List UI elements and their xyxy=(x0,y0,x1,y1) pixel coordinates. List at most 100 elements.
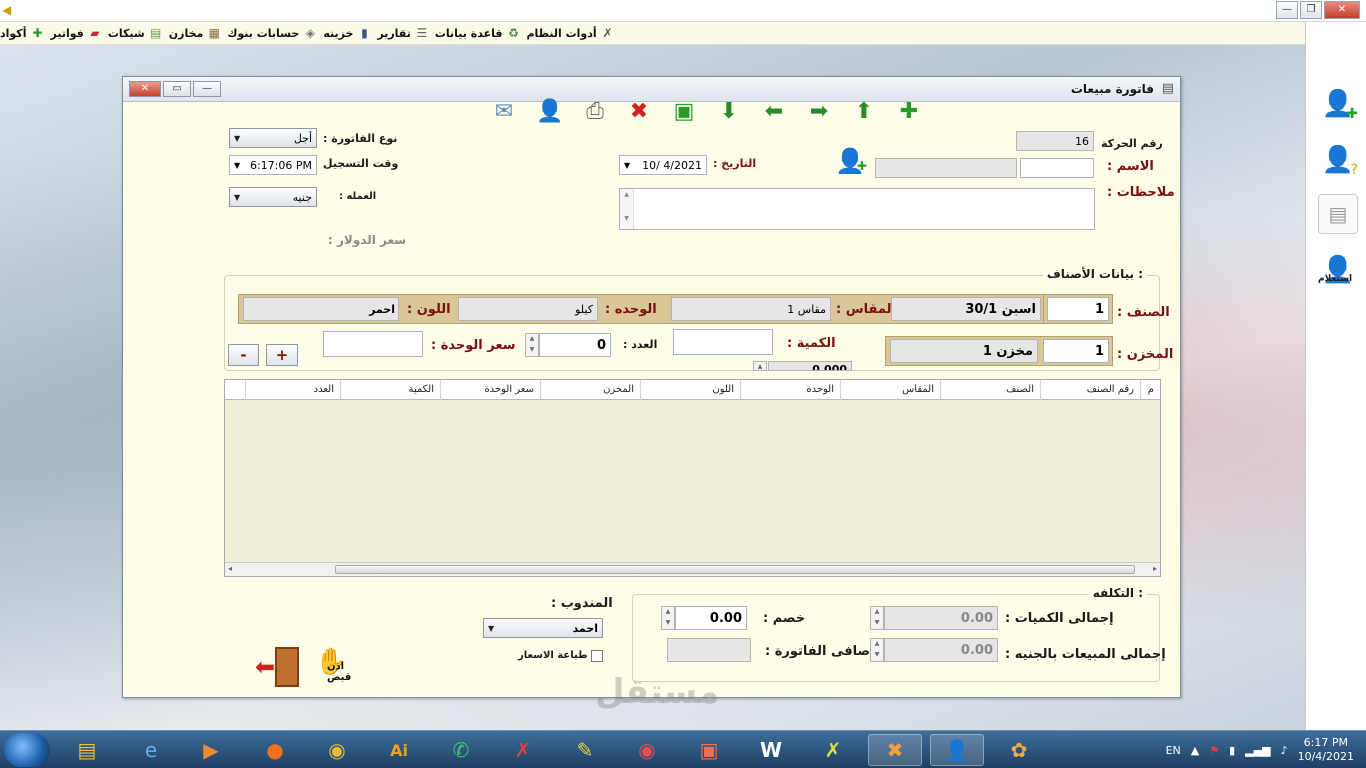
item-code-field[interactable]: 1 xyxy=(1047,297,1109,321)
arrow-down-icon[interactable]: ⬇ xyxy=(715,101,743,123)
record-time-field[interactable]: ▼ 6:17:06 PM xyxy=(229,155,317,175)
sales-rep-dropdown[interactable]: ▼ احمد xyxy=(483,618,603,638)
grid-col-header[interactable]: المقاس xyxy=(840,380,940,400)
grid-col-header[interactable]: اللون xyxy=(640,380,740,400)
presentation-icon[interactable]: ▣ xyxy=(682,734,736,766)
exit-button[interactable]: ⬅ xyxy=(255,645,301,689)
add-customer-icon[interactable]: 👤 ✚ xyxy=(835,147,867,175)
scroll-right-icon[interactable]: ▸ xyxy=(1153,564,1157,573)
color-label: اللون : xyxy=(407,302,451,317)
date-picker[interactable]: ▼ 10/ 4/2021 xyxy=(619,155,707,175)
document-icon[interactable]: ▤ xyxy=(1318,194,1358,234)
notes-scrollbar[interactable]: ▲ ▼ xyxy=(620,189,634,229)
discount-spinner[interactable]: ▲ ▼ xyxy=(661,606,675,630)
menu-item-reports[interactable]: ☰ تقارير xyxy=(377,26,428,40)
add-user-icon[interactable]: 👤 ✚ xyxy=(1318,84,1358,124)
maximize-button[interactable]: ❐ xyxy=(1300,1,1322,19)
date-label: التاريخ : xyxy=(713,157,757,170)
scroll-left-icon[interactable]: ◂ xyxy=(228,564,232,573)
print-prices-checkbox[interactable] xyxy=(591,650,603,662)
minimize-button[interactable]: — xyxy=(1276,1,1298,19)
unit-price-field[interactable] xyxy=(323,331,423,357)
menu-item-cheques[interactable]: ▤ شيكات xyxy=(108,26,163,40)
arrow-up-icon[interactable]: ⬆ xyxy=(850,101,878,123)
menu-label: فواتير xyxy=(50,26,84,40)
currency-dropdown[interactable]: ▼ جنيه xyxy=(229,187,317,207)
dialog-minimize-button[interactable]: — xyxy=(193,81,221,97)
tray-arrow-icon[interactable]: ▲ xyxy=(1191,744,1199,757)
network-icon[interactable]: ▮ xyxy=(1229,744,1235,757)
active-app-icon[interactable]: 👤 xyxy=(930,734,984,766)
close-button[interactable]: ✕ xyxy=(1324,1,1360,19)
delete-icon[interactable]: ✖ xyxy=(625,101,653,123)
firefox-icon[interactable]: ● xyxy=(248,734,302,766)
signal-icon[interactable]: ▂▄▆ xyxy=(1245,744,1270,757)
grid-col-header[interactable]: العدد xyxy=(245,380,340,400)
start-button[interactable] xyxy=(4,733,50,767)
menu-item-codes[interactable]: ✚ أكواد xyxy=(0,26,44,40)
add-new-icon[interactable]: ✚ xyxy=(895,101,923,123)
grid-col-header[interactable]: الكمية xyxy=(340,380,440,400)
back-arrow-icon[interactable]: ◀ xyxy=(2,3,11,17)
whatsapp-icon[interactable]: ✆ xyxy=(434,734,488,766)
inquiry-icon[interactable]: 👤 استعلام xyxy=(1318,250,1358,290)
menu-label: حسابات بنوك xyxy=(227,26,300,40)
grid-col-header[interactable]: الصنف xyxy=(940,380,1040,400)
grid-horizontal-scrollbar[interactable]: ◂ ▸ xyxy=(225,562,1160,576)
count-spinner[interactable]: ▲ ▼ xyxy=(525,333,539,357)
menu-item-database[interactable]: ♻ قاعدة بيانات xyxy=(435,26,521,40)
count-field[interactable]: 0 xyxy=(539,333,611,357)
word-icon[interactable]: W xyxy=(744,734,798,766)
dialog-maximize-button[interactable]: ▭ xyxy=(163,81,191,97)
items-grid[interactable]: م رقم الصنف الصنف المقاس الوحدة اللون ال… xyxy=(224,379,1161,577)
grid-col-header[interactable]: سعر الوحدة xyxy=(440,380,540,400)
chrome-icon[interactable]: ◉ xyxy=(310,734,364,766)
illustrator-icon[interactable]: Ai xyxy=(372,734,426,766)
language-indicator[interactable]: EN xyxy=(1166,744,1181,757)
size-label: المقاس : xyxy=(836,302,896,317)
menu-item-stores[interactable]: ▦ مخازن xyxy=(169,26,222,40)
menu-item-bank-accounts[interactable]: ◈ حسابات بنوك xyxy=(227,26,317,40)
save-icon[interactable]: ▣ xyxy=(670,101,698,123)
invoice-type-dropdown[interactable]: ▼ أجل xyxy=(229,128,317,148)
remove-row-button[interactable]: - xyxy=(228,344,259,366)
menu-item-system-tools[interactable]: ✗ أدوات النظام xyxy=(526,26,614,40)
discount-field[interactable]: 0.00 xyxy=(675,606,747,630)
unit-label: الوحده : xyxy=(605,302,657,317)
pdf-icon[interactable]: ✗ xyxy=(496,734,550,766)
dialog-close-button[interactable]: ✕ xyxy=(129,81,161,97)
paint-palette-icon[interactable]: ✿ xyxy=(992,734,1046,766)
quantity-spinner[interactable]: ▲ xyxy=(753,361,767,371)
arrow-right-icon[interactable]: ➡ xyxy=(805,101,833,123)
tools-app-icon[interactable]: ✗ xyxy=(806,734,860,766)
total-qty-value: 0.00 xyxy=(960,610,993,626)
quantity-field[interactable] xyxy=(673,329,773,355)
receipt-button[interactable]: ✋ اذن قبض xyxy=(311,647,369,691)
scroll-thumb[interactable] xyxy=(335,565,1135,574)
flag-icon[interactable]: ⚑ xyxy=(1209,744,1219,757)
chrome-profile-icon[interactable]: ◉ xyxy=(620,734,674,766)
store-label: المخزن : xyxy=(1117,347,1174,362)
app-group-icon[interactable]: ✖ xyxy=(868,734,922,766)
explorer-icon[interactable]: ▤ xyxy=(60,734,114,766)
media-player-icon[interactable]: ▶ xyxy=(184,734,238,766)
volume-icon[interactable]: ♪ xyxy=(1281,744,1288,757)
internet-explorer-icon[interactable]: e xyxy=(124,734,178,766)
paint-icon[interactable]: ✎ xyxy=(558,734,612,766)
add-row-button[interactable]: + xyxy=(266,344,298,366)
store-code-field[interactable]: 1 xyxy=(1043,339,1109,363)
grid-col-header[interactable]: م xyxy=(1140,380,1160,400)
clock[interactable]: 6:17 PM 10/4/2021 xyxy=(1298,736,1354,764)
menu-item-safe[interactable]: ▮ خزينه xyxy=(323,26,371,40)
grid-col-header[interactable]: رقم الصنف xyxy=(1040,380,1140,400)
grid-col-header[interactable]: المخزن xyxy=(540,380,640,400)
menu-item-invoices[interactable]: ▰ فواتير xyxy=(50,26,101,40)
notes-textarea[interactable]: ▲ ▼ xyxy=(619,188,1095,230)
user-query-icon[interactable]: 👤? xyxy=(1318,140,1358,180)
arrow-left-icon[interactable]: ⬅ xyxy=(760,101,788,123)
print-icon[interactable]: ⎙ xyxy=(581,101,609,123)
user-icon[interactable]: 👤 xyxy=(536,101,564,123)
customer-code-field[interactable] xyxy=(1020,158,1094,178)
grid-col-header[interactable]: الوحدة xyxy=(740,380,840,400)
cards-icon[interactable]: ✉ xyxy=(490,101,518,123)
